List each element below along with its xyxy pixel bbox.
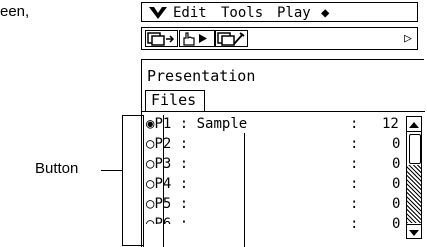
list-item[interactable]: ○P3 ::0 xyxy=(146,154,401,174)
tab-underline xyxy=(141,111,425,112)
callout-marker-right xyxy=(163,115,164,247)
hand-play-icon[interactable] xyxy=(179,30,215,47)
callout-marker-left xyxy=(143,115,144,247)
tab-files[interactable]: Files xyxy=(145,90,205,111)
down-arrow-menu-icon[interactable] xyxy=(148,3,168,23)
page-count: 12 xyxy=(382,116,399,132)
scroll-up-arrow-icon[interactable] xyxy=(407,117,421,132)
scroll-track[interactable] xyxy=(407,165,421,223)
caption-fragment: een, xyxy=(0,3,30,20)
vertical-scrollbar[interactable] xyxy=(406,116,422,239)
list-item[interactable]: ◉P1 : Sample:12 xyxy=(146,114,401,134)
scroll-down-arrow-icon[interactable] xyxy=(407,224,421,239)
capture-screen-icon[interactable] xyxy=(145,30,178,47)
menu-bar: Edit Tools Play ◆ xyxy=(141,2,418,22)
scroll-thumb[interactable] xyxy=(409,134,421,164)
list-item[interactable]: ○P6 ::0 xyxy=(146,214,401,232)
presentation-panel: Presentation Files ◉P1 : Sample:12 ○P2 :… xyxy=(141,59,425,247)
list-item[interactable]: ○P4 ::0 xyxy=(146,174,401,194)
toolbar: ▷ xyxy=(141,27,418,50)
callout-bracket-line xyxy=(122,115,123,245)
menu-play[interactable]: Play xyxy=(277,3,311,23)
button-callout-label: Button xyxy=(35,160,79,177)
menu-edit[interactable]: Edit xyxy=(173,3,207,23)
edit-screen-icon[interactable] xyxy=(215,30,248,47)
file-name: Sample xyxy=(196,116,248,132)
page-count: 0 xyxy=(392,136,401,152)
callout-leader-line xyxy=(101,170,122,171)
panel-title: Presentation xyxy=(147,67,256,85)
page-count: 0 xyxy=(392,196,401,212)
menu-tools[interactable]: Tools xyxy=(221,3,263,23)
page-count: 0 xyxy=(392,216,401,232)
page-count: 0 xyxy=(392,176,401,192)
list-item[interactable]: ○P5 ::0 xyxy=(146,194,401,214)
file-list: ◉P1 : Sample:12 ○P2 ::0 ○P3 ::0 ○P4 ::0 … xyxy=(146,114,401,232)
callout-marker-name xyxy=(244,133,245,247)
menu-diamond-icon[interactable]: ◆ xyxy=(321,3,329,23)
page-count: 0 xyxy=(392,156,401,172)
list-item[interactable]: ○P2 ::0 xyxy=(146,134,401,154)
toolbar-more-arrow-icon[interactable]: ▷ xyxy=(400,30,416,47)
